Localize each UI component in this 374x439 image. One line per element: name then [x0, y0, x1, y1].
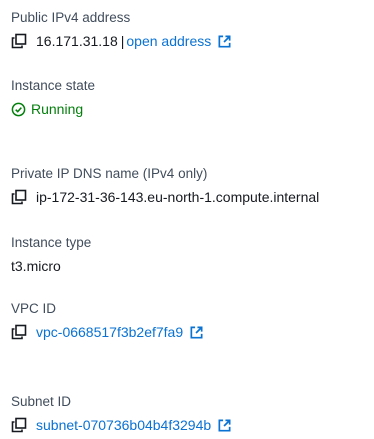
instance-type-row: t3.micro — [11, 257, 91, 275]
public-ipv4-row: 16.171.31.18 | open address — [11, 32, 232, 50]
instance-type-label: Instance type — [11, 235, 92, 250]
external-link-icon[interactable] — [217, 34, 232, 49]
instance-state-status: Running — [11, 100, 95, 118]
separator: | — [120, 33, 125, 49]
open-address-link[interactable]: open address — [126, 32, 211, 50]
copy-icon[interactable] — [11, 33, 27, 49]
private-dns-field: Private IP DNS name (IPv4 only) ip-172-3… — [11, 165, 319, 206]
instance-state-value: Running — [31, 101, 84, 117]
instance-type-value: t3.micro — [11, 258, 61, 274]
external-link-icon[interactable] — [217, 418, 232, 433]
instance-state-field: Instance state Running — [11, 77, 95, 118]
subnet-id-link[interactable]: subnet-070736b04b4f3294b — [36, 416, 211, 434]
copy-icon[interactable] — [11, 417, 27, 433]
copy-icon[interactable] — [11, 189, 27, 205]
public-ipv4-label: Public IPv4 address — [11, 10, 131, 25]
private-dns-row: ip-172-31-36-143.eu-north-1.compute.inte… — [11, 188, 319, 206]
external-link-icon[interactable] — [189, 325, 204, 340]
vpc-id-row: vpc-0668517f3b2ef7fa9 — [11, 323, 204, 341]
subnet-id-label: Subnet ID — [11, 394, 72, 409]
vpc-id-field: VPC ID vpc-0668517f3b2ef7fa9 — [11, 300, 204, 341]
instance-state-label: Instance state — [11, 78, 96, 93]
copy-icon[interactable] — [11, 324, 27, 340]
private-dns-label: Private IP DNS name (IPv4 only) — [11, 166, 208, 181]
vpc-id-link[interactable]: vpc-0668517f3b2ef7fa9 — [36, 323, 183, 341]
private-dns-value: ip-172-31-36-143.eu-north-1.compute.inte… — [36, 189, 320, 205]
instance-type-field: Instance type t3.micro — [11, 234, 91, 275]
subnet-id-field: Subnet ID subnet-070736b04b4f3294b — [11, 393, 232, 434]
subnet-id-row: subnet-070736b04b4f3294b — [11, 416, 232, 434]
public-ipv4-value: 16.171.31.18 — [36, 33, 118, 49]
check-circle-icon — [11, 102, 26, 117]
public-ipv4-field: Public IPv4 address 16.171.31.18 | open … — [11, 9, 232, 50]
vpc-id-label: VPC ID — [11, 301, 57, 316]
